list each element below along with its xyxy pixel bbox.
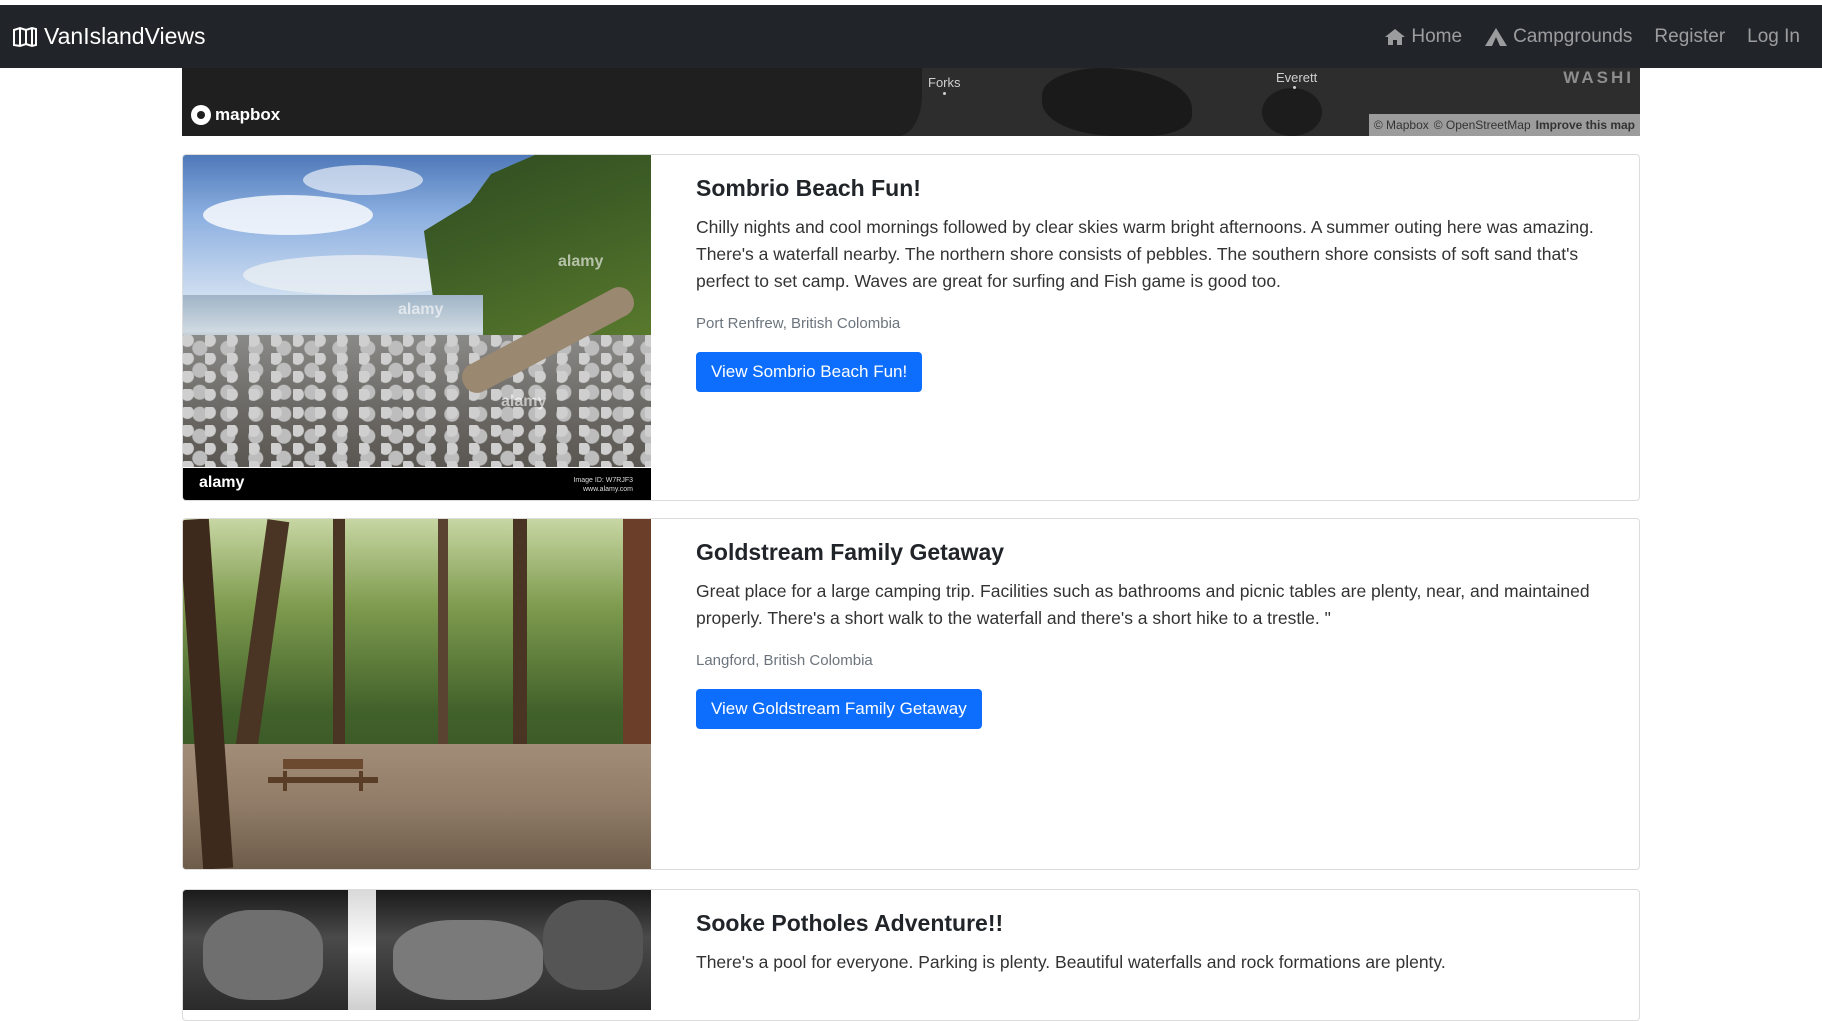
- brand-name: VanIslandViews: [44, 23, 206, 49]
- image-rock: [203, 910, 323, 1000]
- mapbox-logo-icon: [191, 105, 211, 125]
- image-trunk: [513, 519, 527, 769]
- attribution-mapbox[interactable]: © Mapbox: [1374, 118, 1429, 132]
- nav-home-label: Home: [1411, 25, 1463, 47]
- image-ground: [183, 744, 651, 869]
- nav-login[interactable]: Log In: [1747, 26, 1800, 48]
- card-location: Port Renfrew, British Colombia: [696, 315, 901, 332]
- home-icon: [1385, 28, 1406, 45]
- map-water-lake: [1262, 88, 1322, 136]
- view-campground-button[interactable]: View Sombrio Beach Fun!: [696, 352, 923, 392]
- image-footer: alamy Image ID: W7RJF3 www.alamy.com: [183, 468, 651, 500]
- nav-links: Home Campgrounds Register Log In: [1362, 26, 1800, 48]
- card-body: Goldstream Family Getaway Great place fo…: [696, 539, 1621, 729]
- campground-image: [183, 890, 651, 1020]
- campground-image: alamy alamy alamy alamy Image ID: W7RJF3…: [183, 155, 651, 500]
- map-icon: [13, 26, 37, 47]
- attribution-osm[interactable]: © OpenStreetMap: [1434, 118, 1531, 132]
- image-rock: [393, 920, 543, 1000]
- map-label-forks: Forks: [928, 75, 961, 90]
- card-description: Great place for a large camping trip. Fa…: [696, 581, 1590, 628]
- improve-map-link[interactable]: Improve this map: [1536, 118, 1635, 132]
- nav-register[interactable]: Register: [1654, 26, 1725, 48]
- map-dot-everett: [1293, 86, 1296, 89]
- image-bench: [268, 777, 378, 783]
- nav-campgrounds-label: Campgrounds: [1513, 25, 1633, 47]
- nav-campgrounds[interactable]: Campgrounds: [1484, 26, 1632, 48]
- image-footer-id: Image ID: W7RJF3: [573, 477, 633, 484]
- image-trunk: [333, 519, 345, 769]
- card-body: Sombrio Beach Fun! Chilly nights and coo…: [696, 175, 1621, 392]
- view-campground-button[interactable]: View Goldstream Family Getaway: [696, 689, 982, 729]
- image-watermark: alamy: [501, 393, 547, 410]
- cluster-map[interactable]: Forks Everett WASHI mapbox © Mapbox © Op…: [182, 68, 1640, 136]
- tent-icon: [1485, 27, 1508, 46]
- nav-login-label: Log In: [1747, 25, 1800, 47]
- card-body: Sooke Potholes Adventure!! There's a poo…: [696, 910, 1621, 996]
- image-waterfall: [348, 890, 376, 1010]
- image-cloud: [203, 195, 373, 235]
- image-watermark: alamy: [558, 253, 604, 270]
- nav-home[interactable]: Home: [1384, 26, 1462, 48]
- image-footer-info: Image ID: W7RJF3 www.alamy.com: [573, 476, 633, 494]
- image-rocks: [183, 335, 651, 467]
- map-attribution: © Mapbox © OpenStreetMap Improve this ma…: [1368, 114, 1640, 136]
- campground-card: Goldstream Family Getaway Great place fo…: [182, 518, 1640, 870]
- card-title: Sooke Potholes Adventure!!: [696, 910, 1004, 936]
- image-rock: [543, 900, 643, 990]
- card-description: There's a pool for everyone. Parking is …: [696, 952, 1446, 972]
- image-footer-brand: alamy: [199, 474, 245, 491]
- nav-register-label: Register: [1654, 25, 1726, 47]
- campground-card: alamy alamy alamy alamy Image ID: W7RJF3…: [182, 154, 1640, 501]
- card-title: Goldstream Family Getaway: [696, 539, 1005, 565]
- image-picnic-table: [283, 759, 363, 769]
- map-dot-forks: [943, 92, 946, 95]
- card-location: Langford, British Colombia: [696, 652, 873, 669]
- card-title: Sombrio Beach Fun!: [696, 175, 921, 201]
- mapbox-logo[interactable]: mapbox: [191, 105, 280, 125]
- image-trunk: [438, 519, 448, 759]
- campground-card: Sooke Potholes Adventure!! There's a poo…: [182, 889, 1640, 1021]
- mapbox-logo-text: mapbox: [215, 105, 281, 124]
- map-label-state: WASHI: [1563, 68, 1634, 87]
- navbar: VanIslandViews Home Campgrounds Register…: [0, 5, 1822, 68]
- image-watermark: alamy: [398, 301, 444, 318]
- image-cloud: [303, 165, 423, 195]
- map-label-everett: Everett: [1276, 70, 1318, 85]
- campground-image: [183, 519, 651, 869]
- brand[interactable]: VanIslandViews: [12, 23, 206, 50]
- card-description: Chilly nights and cool mornings followed…: [696, 217, 1594, 291]
- image-footer-url: www.alamy.com: [582, 486, 633, 493]
